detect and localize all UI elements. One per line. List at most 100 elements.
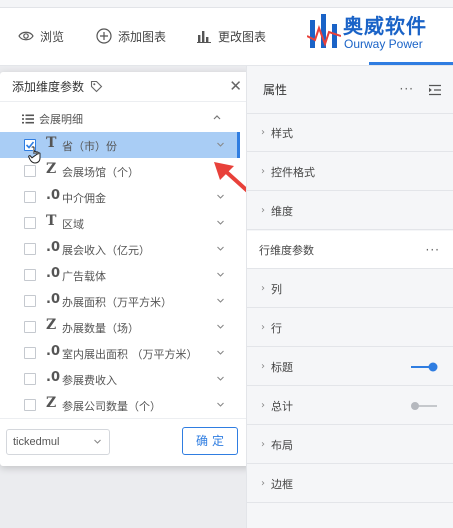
- field-checkbox[interactable]: [24, 191, 36, 203]
- property-section-7[interactable]: › 总计: [247, 387, 453, 425]
- field-label: 中介佣金: [62, 192, 106, 205]
- property-section-label: 控件格式: [271, 165, 315, 179]
- field-checkbox[interactable]: [24, 347, 36, 359]
- property-section-label: 布局: [271, 438, 293, 452]
- chevron-right-icon: ›: [261, 361, 265, 372]
- more-options-icon[interactable]: ···: [426, 243, 440, 257]
- text-type-icon: T: [46, 135, 57, 151]
- chevron-down-icon[interactable]: [216, 141, 225, 148]
- field-label: 省（市）份: [62, 140, 117, 153]
- field-row[interactable]: Z 办展数量（场）: [0, 314, 240, 340]
- property-section-label: 边框: [271, 477, 293, 491]
- property-section-label: 维度: [271, 204, 293, 218]
- logo-text-en: Ourway Power: [344, 37, 423, 51]
- property-section-label: 行维度参数: [259, 243, 314, 257]
- chevron-up-icon[interactable]: [212, 113, 222, 121]
- property-section-8[interactable]: › 布局: [247, 426, 453, 464]
- logo-mark-icon: [307, 14, 341, 48]
- field-checkbox[interactable]: [24, 295, 36, 307]
- ourway-logo: 奥威软件 Ourway Power: [307, 10, 447, 54]
- property-section-label: 样式: [271, 126, 293, 140]
- chevron-down-icon[interactable]: [216, 349, 225, 356]
- browse-button[interactable]: 浏览: [18, 26, 64, 46]
- field-label: 参展费收入: [62, 374, 117, 387]
- toggle-switch[interactable]: [410, 401, 438, 411]
- property-section-9[interactable]: › 边框: [247, 465, 453, 503]
- dimension-panel-header: 添加维度参数: [0, 72, 252, 102]
- property-section-1[interactable]: › 控件格式: [247, 153, 453, 191]
- eye-icon: [18, 31, 34, 41]
- chevron-right-icon: ›: [261, 283, 265, 294]
- chevron-right-icon: ›: [261, 439, 265, 450]
- field-row[interactable]: .0 参展费收入: [0, 366, 240, 392]
- chevron-down-icon[interactable]: [216, 219, 225, 226]
- field-checkbox[interactable]: [24, 165, 36, 177]
- field-checkbox[interactable]: [24, 373, 36, 385]
- field-checkbox[interactable]: [24, 399, 36, 411]
- chevron-right-icon: ›: [261, 322, 265, 333]
- top-toolbar: 浏览 添加图表 更改图表 奥威软件 Ourway Power: [0, 0, 453, 66]
- property-panel: 属性 ··· › 样式 › 控件格式 › 维度 行维度参数 ··· › 列 › 行 › 标题 › 总计 › 布局 ›…: [246, 66, 453, 528]
- more-options-icon[interactable]: ···: [400, 82, 414, 96]
- toolbar-top-strip: [0, 0, 453, 8]
- field-group-label: 会展明细: [39, 113, 83, 126]
- field-group-header[interactable]: 会展明细: [0, 106, 248, 132]
- field-row[interactable]: .0 室内展出面积 （万平方米）: [0, 340, 240, 366]
- field-row[interactable]: .0 办展面积（万平方米）: [0, 288, 240, 314]
- chevron-right-icon: ›: [261, 400, 265, 411]
- property-section-5[interactable]: › 行: [247, 309, 453, 347]
- field-checkbox[interactable]: [24, 321, 36, 333]
- property-section-6[interactable]: › 标题: [247, 348, 453, 386]
- chevron-down-icon[interactable]: [216, 375, 225, 382]
- property-section-3[interactable]: 行维度参数 ···: [247, 231, 453, 269]
- property-panel-title: 属性: [263, 83, 288, 97]
- field-row[interactable]: .0 广告载体: [0, 262, 240, 288]
- mode-select[interactable]: tickedmul: [6, 429, 110, 455]
- close-icon[interactable]: ✕: [229, 79, 242, 94]
- field-row[interactable]: T 区域: [0, 210, 240, 236]
- field-row[interactable]: Z 参展公司数量（个）: [0, 392, 240, 418]
- field-label: 广告载体: [62, 270, 106, 283]
- field-label: 办展面积（万平方米）: [62, 296, 172, 309]
- bar-chart-icon: [197, 31, 211, 43]
- chevron-down-icon[interactable]: [216, 323, 225, 330]
- chevron-down-icon[interactable]: [216, 401, 225, 408]
- integer-type-icon: Z: [46, 161, 57, 177]
- field-row[interactable]: .0 中介佣金: [0, 184, 240, 210]
- field-label: 室内展出面积 （万平方米）: [62, 348, 198, 361]
- dimension-panel-footer: tickedmul 确定: [0, 418, 252, 466]
- decimal-type-icon: .0: [46, 344, 60, 359]
- property-section-label: 列: [271, 282, 282, 296]
- decimal-type-icon: .0: [46, 266, 60, 281]
- field-checkbox[interactable]: [24, 269, 36, 281]
- add-chart-button[interactable]: 添加图表: [96, 26, 166, 46]
- decimal-type-icon: .0: [46, 188, 60, 203]
- change-chart-button[interactable]: 更改图表: [196, 26, 266, 46]
- field-row[interactable]: .0 展会收入（亿元）: [0, 236, 240, 262]
- integer-type-icon: Z: [46, 395, 57, 411]
- tag-icon[interactable]: [90, 80, 103, 93]
- change-chart-label: 更改图表: [218, 29, 267, 44]
- dimension-panel-title: 添加维度参数: [12, 80, 85, 94]
- property-section-4[interactable]: › 列: [247, 270, 453, 308]
- property-section-label: 行: [271, 321, 282, 335]
- chevron-right-icon: ›: [261, 478, 265, 489]
- field-label: 会展场馆（个）: [62, 166, 139, 179]
- property-section-0[interactable]: › 样式: [247, 114, 453, 152]
- logo-text-cn: 奥威软件: [343, 14, 427, 38]
- property-section-2[interactable]: › 维度: [247, 192, 453, 230]
- chevron-down-icon[interactable]: [216, 271, 225, 278]
- field-label: 区域: [62, 218, 84, 231]
- list-icon: [22, 114, 34, 124]
- field-checkbox[interactable]: [24, 243, 36, 255]
- confirm-button[interactable]: 确定: [182, 427, 238, 455]
- field-checkbox[interactable]: [24, 217, 36, 229]
- decimal-type-icon: .0: [46, 240, 60, 255]
- collapse-panel-icon[interactable]: [428, 84, 442, 96]
- chevron-down-icon[interactable]: [216, 245, 225, 252]
- browse-label: 浏览: [40, 29, 65, 44]
- decimal-type-icon: .0: [46, 370, 60, 385]
- chevron-down-icon[interactable]: [216, 297, 225, 304]
- property-section-label: 标题: [271, 360, 293, 374]
- toggle-switch[interactable]: [410, 362, 438, 372]
